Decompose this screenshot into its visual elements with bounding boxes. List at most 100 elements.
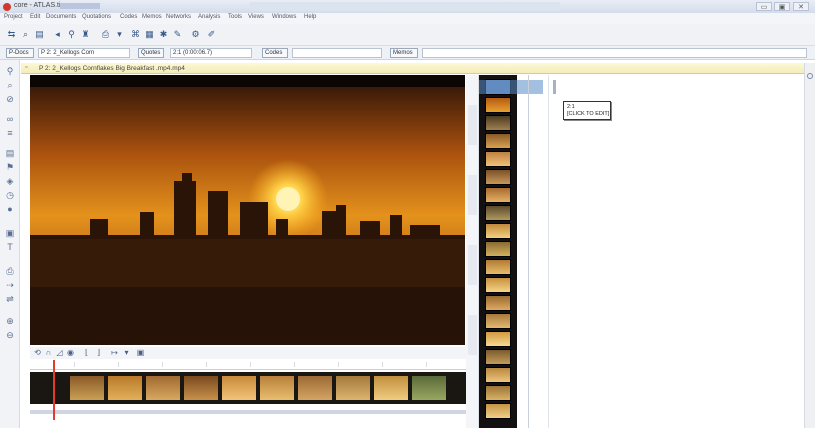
menu-documents[interactable]: Documents [46,14,76,20]
record-icon[interactable]: ● [5,204,15,214]
menu-project[interactable]: Project [4,14,23,20]
menu-views[interactable]: Views [248,14,264,20]
timeline[interactable]: | | | | | | | | | [30,360,466,420]
tools-icon[interactable]: ✐ [206,29,217,40]
memos-button[interactable]: Memos [390,48,418,58]
film-frame[interactable] [485,115,511,131]
headphones-icon[interactable]: ∩ [44,348,53,357]
menu-windows[interactable]: Windows [272,14,296,20]
playhead[interactable] [53,360,55,420]
film-frame[interactable] [485,367,511,383]
zoom-icon[interactable]: ⚲ [5,66,15,76]
timeline-thumbnail-strip[interactable] [30,372,466,404]
document-select[interactable]: P 2: 2_Kellogs Corn [38,48,130,58]
film-frame[interactable] [485,259,511,275]
time-icon[interactable]: ◷ [5,190,15,200]
share-icon[interactable]: ⇌ [5,294,15,304]
edit-icon[interactable]: ✎ [172,29,183,40]
film-frame[interactable] [485,385,511,401]
video-player[interactable] [30,75,465,345]
film-frame[interactable] [485,295,511,311]
film-frame[interactable] [485,223,511,239]
scroll-thumb[interactable] [807,73,813,79]
timeline-thumb [374,376,408,400]
ruler-tick: | [338,362,340,368]
open-icon[interactable]: ⌕ [20,29,31,40]
margin-labels [466,75,479,428]
print-icon[interactable]: ⎙ [100,29,111,40]
minimize-button[interactable]: ▭ [756,2,772,11]
code-select[interactable] [292,48,382,58]
film-frame[interactable] [485,169,511,185]
ruler-tick: | [206,362,208,368]
dropdown-icon[interactable]: ▾ [114,29,125,40]
marker-icon[interactable]: ⚑ [5,162,15,172]
menu-codes[interactable]: Codes [120,14,137,20]
link-icon[interactable]: ∞ [5,114,15,124]
film-frame[interactable] [485,403,511,419]
film-frame[interactable] [485,277,511,293]
menu-help[interactable]: Help [304,14,316,20]
timeline-scrollbar[interactable] [30,410,466,414]
step-icon[interactable]: ↦ [110,348,119,357]
print-icon[interactable]: ⎙ [5,266,15,276]
film-frame[interactable] [485,205,511,221]
mark-out-icon[interactable]: ⌋ [94,348,103,357]
film-frame[interactable] [485,187,511,203]
menu-edit[interactable]: Edit [30,14,40,20]
quote-tooltip[interactable]: 2:1 [CLICK TO EDIT] [563,101,611,120]
close-window-button[interactable]: ✕ [793,2,809,11]
code-icon[interactable]: ⌘ [130,29,141,40]
film-frame[interactable] [485,349,511,365]
film-frame[interactable] [485,151,511,167]
text-icon[interactable]: T [5,242,15,252]
quote-marker[interactable] [553,80,556,94]
menu-tools[interactable]: Tools [228,14,242,20]
film-frame[interactable] [485,313,511,329]
settings-icon[interactable]: ⚙ [190,29,201,40]
filter-icon[interactable]: ⊘ [5,94,15,104]
codes-button[interactable]: Codes [262,48,288,58]
layout-icon[interactable]: ▣ [5,228,15,238]
menu-memos[interactable]: Memos [142,14,162,20]
margin-area[interactable]: 2:1 [CLICK TO EDIT] [548,75,804,428]
snapshot-icon[interactable]: ◉ [66,348,75,357]
search-icon[interactable]: ⚲ [66,29,77,40]
speed-icon[interactable]: ▾ [122,348,131,357]
pdocs-button[interactable]: P-Docs [6,48,34,58]
filmstrip[interactable] [479,75,517,428]
memo-select[interactable] [422,48,807,58]
waveform-icon[interactable]: ◿ [55,348,64,357]
fullscreen-icon[interactable]: ▣ [136,348,145,357]
save-icon[interactable]: ▤ [34,29,45,40]
menu-analysis[interactable]: Analysis [198,14,220,20]
mark-in-icon[interactable]: ⌊ [82,348,91,357]
film-frame[interactable] [485,241,511,257]
menu-quotations[interactable]: Quotations [82,14,111,20]
network-icon[interactable]: ✱ [158,29,169,40]
ruler-tick: | [118,362,120,368]
menu-networks[interactable]: Networks [166,14,191,20]
zoom-in-icon[interactable]: ⊕ [5,316,15,326]
arrow-icon[interactable]: ⇢ [5,280,15,290]
quotes-button[interactable]: Quotes [138,48,164,58]
film-frame[interactable] [485,133,511,149]
film-frame[interactable] [485,97,511,113]
quote-select[interactable]: 2:1 (0:00:06.7) [170,48,252,58]
search-icon[interactable]: ⌕ [5,80,15,90]
code-icon[interactable]: ◈ [5,176,15,186]
timeline-thumb [298,376,332,400]
binoculars-icon[interactable]: ♜ [80,29,91,40]
ruler-tick: | [426,362,428,368]
new-project-icon[interactable]: ⇆ [6,29,17,40]
sync-icon[interactable]: ⟲ [33,348,42,357]
margin-icon[interactable]: ≡ [5,128,15,138]
document-icon[interactable]: ▤ [5,148,15,158]
maximize-button[interactable]: ▣ [774,2,790,11]
zoom-out-icon[interactable]: ⊖ [5,330,15,340]
table-icon[interactable]: ▦ [144,29,155,40]
vertical-scrollbar[interactable] [804,63,815,428]
assign-icon[interactable]: ◂ [52,29,63,40]
film-frame[interactable] [485,331,511,347]
quote-id: 2:1 [567,104,575,110]
